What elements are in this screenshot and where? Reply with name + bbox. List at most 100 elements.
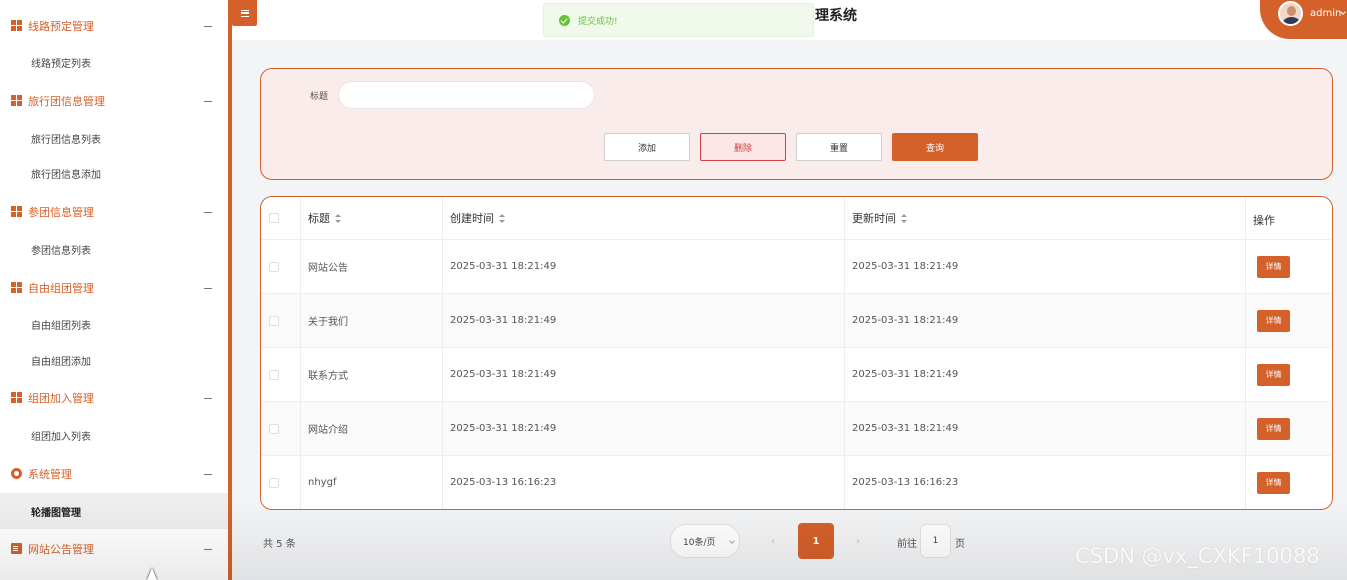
sidebar-group-announcement[interactable]: 网站公告管理: [0, 531, 228, 567]
mouse-cursor-icon: [147, 568, 157, 580]
sidebar-group-group-join[interactable]: 组团加入管理: [0, 380, 228, 416]
sidebar-group-label: 参团信息管理: [28, 206, 94, 219]
column-divider: [1245, 456, 1246, 509]
column-header-label: 操作: [1253, 214, 1275, 227]
column-header-updated[interactable]: 更新时间: [852, 197, 907, 239]
hamburger-icon: [240, 9, 249, 17]
goto-unit: 页: [955, 539, 965, 550]
document-icon: [11, 543, 22, 554]
sidebar-group-label: 旅行团信息管理: [28, 95, 105, 108]
goto-page-input[interactable]: 1: [920, 524, 951, 558]
collapse-icon[interactable]: [204, 474, 212, 475]
column-divider: [844, 240, 845, 293]
column-divider: [1245, 348, 1246, 401]
select-all-cell: [269, 197, 279, 239]
sidebar-item-label: 轮播图管理: [31, 507, 81, 519]
sidebar-item-carousel[interactable]: 轮播图管理: [0, 493, 228, 529]
cell-title: 网站介绍: [308, 425, 348, 436]
detail-button[interactable]: 详情: [1257, 417, 1290, 440]
cell-created: 2025-03-13 16:16:23: [450, 477, 557, 488]
row-select-cell: [269, 294, 279, 347]
sidebar-group-label: 组团加入管理: [28, 392, 94, 405]
row-select-cell: [269, 456, 279, 509]
grid-icon: [11, 95, 22, 106]
row-select-cell: [269, 348, 279, 401]
sort-icon[interactable]: [335, 213, 341, 223]
column-divider: [844, 456, 845, 509]
sort-icon[interactable]: [499, 213, 505, 223]
sidebar: 线路预定管理 线路预定列表 旅行团信息管理 旅行团信息列表 旅行团信息添加 参团…: [0, 0, 228, 580]
sidebar-item-route-booking-list[interactable]: 线路预定列表: [0, 44, 228, 80]
chevron-right-icon: ›: [856, 535, 860, 547]
sidebar-group-label: 自由组团管理: [28, 282, 94, 295]
detail-button[interactable]: 详情: [1257, 309, 1290, 332]
column-header-title[interactable]: 标题: [308, 197, 341, 239]
row-checkbox[interactable]: [269, 477, 279, 488]
add-button[interactable]: 添加: [604, 133, 690, 161]
row-select-cell: [269, 240, 279, 293]
column-header-action: 操作: [1253, 199, 1275, 241]
user-menu[interactable]: admin: [1260, 0, 1347, 39]
page-size-value: 10条/页: [683, 537, 716, 548]
column-divider: [1245, 197, 1246, 239]
reset-button[interactable]: 重置: [796, 133, 882, 161]
sort-icon[interactable]: [901, 213, 907, 223]
delete-button[interactable]: 删除: [700, 133, 786, 161]
watermark: CSDN @vx_CXKF10088: [1075, 544, 1320, 568]
column-header-label: 创建时间: [450, 212, 494, 225]
collapse-icon[interactable]: [204, 288, 212, 289]
collapse-icon[interactable]: [204, 212, 212, 213]
menu-toggle-button[interactable]: [232, 0, 257, 26]
cell-updated: 2025-03-31 18:21:49: [852, 423, 959, 434]
prev-page-button[interactable]: ‹: [755, 523, 791, 559]
column-header-label: 更新时间: [852, 212, 896, 225]
sidebar-item-tour-info-list[interactable]: 旅行团信息列表: [0, 120, 228, 156]
collapse-icon[interactable]: [204, 549, 212, 550]
success-toast: 提交成功!: [543, 3, 814, 37]
sidebar-item-label: 线路预定列表: [31, 58, 91, 70]
chevron-left-icon: ‹: [771, 535, 775, 547]
search-title-input[interactable]: [338, 81, 595, 109]
user-name: admin: [1310, 8, 1342, 19]
sidebar-group-free-group[interactable]: 自由组团管理: [0, 270, 228, 306]
sidebar-item-free-group-add[interactable]: 自由组团添加: [0, 342, 228, 378]
goto-label: 前往: [897, 539, 917, 550]
sidebar-group-tour-info[interactable]: 旅行团信息管理: [0, 83, 228, 119]
detail-button[interactable]: 详情: [1257, 363, 1290, 386]
collapse-icon[interactable]: [204, 101, 212, 102]
sidebar-item-join-info-list[interactable]: 参团信息列表: [0, 231, 228, 267]
sidebar-group-route-booking[interactable]: 线路预定管理: [0, 8, 228, 44]
table-row: 网站介绍 2025-03-31 18:21:49 2025-03-31 18:21:…: [261, 402, 1331, 456]
column-header-label: 标题: [308, 212, 330, 225]
column-divider: [300, 456, 301, 509]
row-checkbox[interactable]: [269, 315, 279, 326]
next-page-button[interactable]: ›: [840, 523, 876, 559]
column-divider: [442, 402, 443, 455]
sidebar-item-group-join-list[interactable]: 组团加入列表: [0, 417, 228, 453]
row-checkbox[interactable]: [269, 423, 279, 434]
collapse-icon[interactable]: [204, 26, 212, 27]
detail-button[interactable]: 详情: [1257, 255, 1290, 278]
cell-created: 2025-03-31 18:21:49: [450, 315, 557, 326]
cell-title: 关于我们: [308, 317, 348, 328]
sidebar-item-label: 旅行团信息添加: [31, 169, 101, 181]
page-number-button[interactable]: 1: [798, 523, 834, 559]
sidebar-group-system[interactable]: 系统管理: [0, 456, 228, 492]
sidebar-group-join-info[interactable]: 参团信息管理: [0, 194, 228, 230]
sidebar-item-free-group-list[interactable]: 自由组团列表: [0, 306, 228, 342]
page-size-select[interactable]: 10条/页: [670, 524, 740, 558]
column-divider: [1245, 240, 1246, 293]
gear-icon: [11, 468, 22, 479]
sidebar-item-label: 自由组团添加: [31, 356, 91, 368]
search-button[interactable]: 查询: [892, 133, 978, 161]
column-header-created[interactable]: 创建时间: [450, 197, 505, 239]
detail-button[interactable]: 详情: [1257, 471, 1290, 494]
row-checkbox[interactable]: [269, 261, 279, 272]
cell-action: 详情: [1257, 456, 1290, 509]
sidebar-item-tour-info-add[interactable]: 旅行团信息添加: [0, 155, 228, 191]
cell-updated: 2025-03-13 16:16:23: [852, 477, 959, 488]
row-checkbox[interactable]: [269, 369, 279, 380]
select-all-checkbox[interactable]: [269, 213, 279, 223]
collapse-icon[interactable]: [204, 398, 212, 399]
cell-action: 详情: [1257, 240, 1290, 293]
